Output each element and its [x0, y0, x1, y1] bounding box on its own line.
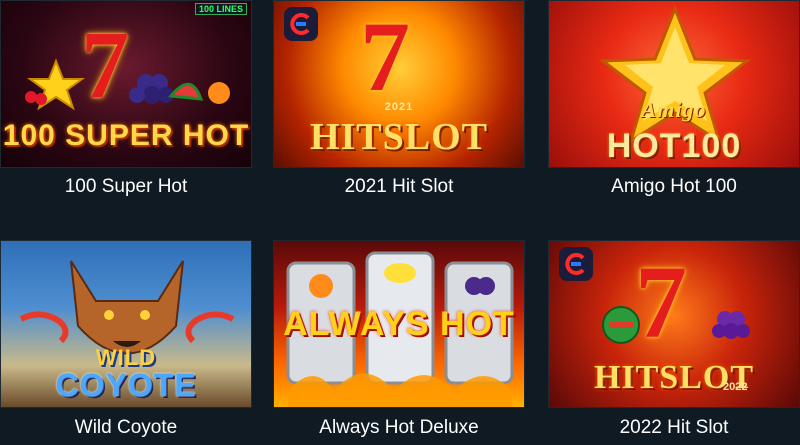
game-thumbnail[interactable]: WILD COYOTE — [0, 240, 252, 408]
egt-logo-icon — [284, 7, 318, 41]
game-year: 2021 — [384, 101, 414, 113]
game-logo: ALWAYS HOT — [283, 305, 515, 343]
game-title: 2022 Hit Slot — [619, 417, 729, 438]
game-thumbnail[interactable]: Amigo HOT100 — [548, 0, 800, 168]
seven-icon: 7 — [635, 245, 687, 360]
game-logo: HITSLOT — [593, 359, 755, 396]
game-thumbnail[interactable]: ALWAYS HOT — [273, 240, 525, 408]
game-logo: HITSLOT — [309, 116, 489, 158]
game-year: 2022 — [723, 381, 748, 393]
game-card-wild-coyote[interactable]: WILD COYOTE Wild Coyote — [0, 240, 252, 445]
game-title: Always Hot Deluxe — [319, 417, 479, 438]
game-logo: HOT100 — [606, 127, 742, 165]
game-title: Amigo Hot 100 — [611, 176, 737, 197]
game-card-2021-hit-slot[interactable]: 7 2021 HITSLOT 2021 Hit Slot — [273, 0, 525, 210]
game-card-always-hot-deluxe[interactable]: ALWAYS HOT Always Hot Deluxe — [273, 240, 525, 445]
game-card-100-super-hot[interactable]: 100 LINES 7 100 SUPER HOT 100 Super Hot — [0, 0, 252, 210]
game-card-amigo-hot-100[interactable]: Amigo HOT100 Amigo Hot 100 — [548, 0, 800, 210]
game-title: 2021 Hit Slot — [344, 176, 454, 197]
seven-icon: 7 — [81, 11, 129, 118]
seven-icon: 7 — [360, 1, 410, 112]
game-card-2022-hit-slot[interactable]: 7 HITSLOT 2022 2022 Hit Slot — [548, 240, 800, 445]
game-logo: 100 SUPER HOT — [2, 119, 250, 152]
game-grid: 100 LINES 7 100 SUPER HOT 100 Super Hot … — [0, 0, 800, 445]
game-logo-top: Amigo — [641, 97, 707, 122]
game-title: Wild Coyote — [74, 417, 178, 438]
game-thumbnail[interactable]: 100 LINES 7 100 SUPER HOT — [0, 0, 252, 168]
game-logo: COYOTE — [55, 367, 197, 403]
game-thumbnail[interactable]: 7 2021 HITSLOT — [273, 0, 525, 168]
game-title: 100 Super Hot — [64, 176, 188, 197]
game-thumbnail[interactable]: 7 HITSLOT 2022 — [548, 240, 800, 408]
